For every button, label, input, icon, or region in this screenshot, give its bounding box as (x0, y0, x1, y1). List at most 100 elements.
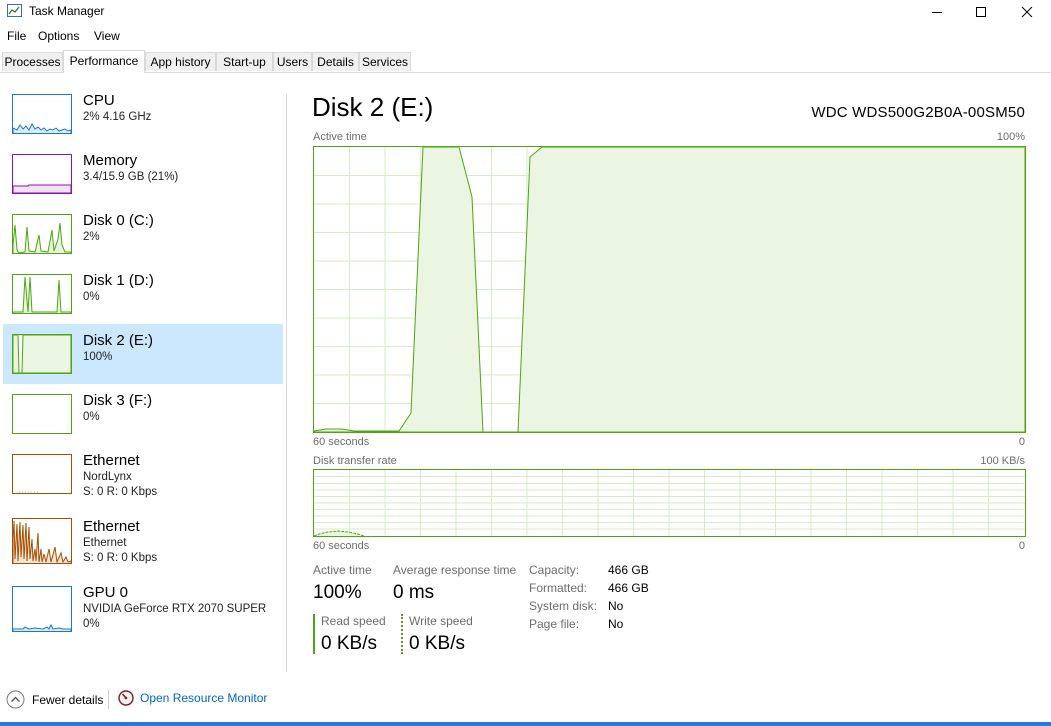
sidebar-label: Ethernet (83, 452, 140, 469)
sidebar-sub: NordLynx (83, 471, 132, 483)
ethernet1-thumbnail (12, 454, 72, 494)
sidebar-item-memory[interactable]: Memory 3.4/15.9 GB (21%) (3, 144, 283, 204)
active-time-graph-max: 100% (996, 131, 1025, 143)
open-resource-monitor-link[interactable]: Open Resource Monitor (118, 690, 267, 706)
ethernet2-thumbnail (12, 518, 72, 564)
tab-app-history[interactable]: App history (145, 52, 216, 71)
transfer-rate-graph (313, 469, 1026, 537)
sidebar-sub: 2% (83, 231, 100, 243)
active-time-value: 100% (313, 582, 362, 603)
tab-processes[interactable]: Processes (2, 52, 63, 71)
minimize-button[interactable] (914, 0, 960, 24)
fewer-details-button[interactable]: Fewer details (6, 690, 103, 709)
active-time-graph-min: 0 (1018, 436, 1025, 448)
page-file-value: No (608, 617, 624, 631)
sidebar-label: Disk 3 (F:) (83, 392, 153, 409)
sidebar-label: GPU 0 (83, 584, 129, 601)
active-time-graph-time: 60 seconds (313, 436, 370, 448)
tab-startup[interactable]: Start-up (216, 52, 273, 71)
capacity-label: Capacity: (529, 563, 580, 577)
disk-model: WDC WDS500G2B0A-00SM50 (811, 104, 1025, 121)
disk2-thumbnail (12, 334, 72, 374)
fewer-details-label: Fewer details (32, 692, 104, 707)
menu-options[interactable]: Options (38, 29, 79, 43)
disk0-thumbnail (12, 214, 72, 254)
sidebar-label: Ethernet (83, 518, 140, 535)
transfer-rate-graph-min: 0 (1018, 540, 1025, 552)
sidebar-item-ethernet[interactable]: Ethernet Ethernet S: 0 R: 0 Kbps (3, 510, 283, 570)
write-speed-value: 0 KB/s (409, 633, 465, 654)
sidebar-label: Memory (83, 152, 138, 169)
transfer-rate-graph-max: 100 KB/s (980, 455, 1025, 467)
sidebar-item-disk-3[interactable]: Disk 3 (F:) 0% (3, 384, 283, 444)
maximize-button[interactable] (958, 0, 1004, 24)
sidebar-sub2: 0% (83, 618, 100, 630)
taskbar-edge (0, 722, 1051, 726)
memory-thumbnail (12, 154, 72, 194)
disk3-thumbnail (12, 394, 72, 434)
active-time-label: Active time (313, 563, 372, 577)
close-button[interactable] (1004, 0, 1050, 24)
sidebar-sub: 3.4/15.9 GB (21%) (83, 171, 179, 183)
sidebar-label: Disk 1 (D:) (83, 272, 154, 289)
footer-divider (108, 690, 109, 709)
menu-file[interactable]: File (7, 29, 26, 43)
menu-view[interactable]: View (94, 29, 120, 43)
resource-monitor-icon (118, 690, 134, 706)
tab-details[interactable]: Details (312, 52, 359, 71)
tab-strip: Processes Performance App history Start-… (0, 50, 1051, 73)
sidebar-label: CPU (83, 92, 115, 109)
formatted-label: Formatted: (529, 581, 588, 595)
window-title: Task Manager (29, 4, 105, 18)
transfer-rate-plot (313, 470, 1025, 537)
sidebar-sub: Ethernet (83, 537, 127, 549)
gpu-thumbnail (12, 586, 72, 632)
sidebar-sub2: S: 0 R: 0 Kbps (83, 552, 158, 564)
system-disk-value: No (608, 599, 624, 613)
sidebar-sub: 2% 4.16 GHz (83, 111, 152, 123)
write-speed-bar (401, 614, 403, 654)
formatted-value: 466 GB (608, 581, 649, 595)
transfer-rate-graph-time: 60 seconds (313, 540, 370, 552)
sidebar-sub2: S: 0 R: 0 Kbps (83, 486, 158, 498)
open-resource-monitor-label: Open Resource Monitor (140, 691, 268, 705)
sidebar-sub: 100% (83, 351, 113, 363)
active-time-plot (313, 146, 1026, 433)
sidebar-item-disk-2[interactable]: Disk 2 (E:) 100% (3, 324, 283, 384)
maximize-icon (976, 7, 986, 17)
write-speed-label: Write speed (409, 614, 473, 628)
capacity-value: 466 GB (608, 563, 649, 577)
tab-users[interactable]: Users (273, 52, 312, 71)
sidebar-label: Disk 0 (C:) (83, 212, 154, 229)
title-bar: Task Manager (0, 0, 1051, 24)
system-disk-label: System disk: (529, 599, 598, 613)
page-title: Disk 2 (E:) (312, 92, 434, 122)
cpu-thumbnail (12, 94, 72, 134)
task-manager-icon (7, 4, 22, 17)
sidebar-sub: 0% (83, 291, 100, 303)
sidebar-label: Disk 2 (E:) (83, 332, 154, 349)
avg-response-label: Average response time (393, 563, 517, 577)
tab-services[interactable]: Services (359, 52, 411, 71)
sidebar-item-disk-1[interactable]: Disk 1 (D:) 0% (3, 264, 283, 324)
sidebar-item-cpu[interactable]: CPU 2% 4.16 GHz (3, 84, 283, 144)
sidebar-item-gpu-0[interactable]: GPU 0 NVIDIA GeForce RTX 2070 SUPER 0% (3, 576, 283, 636)
close-icon (1021, 6, 1033, 18)
page-file-label: Page file: (529, 617, 580, 631)
minimize-icon (932, 12, 942, 13)
active-time-graph (313, 146, 1026, 433)
sidebar-sub: NVIDIA GeForce RTX 2070 SUPER (83, 603, 267, 615)
sidebar-item-disk-0[interactable]: Disk 0 (C:) 2% (3, 204, 283, 264)
footer: Fewer details Open Resource Monitor (0, 686, 1051, 714)
transfer-rate-graph-label: Disk transfer rate (313, 455, 397, 467)
tab-performance[interactable]: Performance (63, 50, 145, 73)
chevron-up-circle-icon (6, 690, 25, 709)
avg-response-value: 0 ms (393, 582, 435, 603)
disk1-thumbnail (12, 274, 72, 314)
sidebar-sub: 0% (83, 411, 100, 423)
sidebar-divider (286, 94, 287, 672)
sidebar-item-ethernet-nordlynx[interactable]: Ethernet NordLynx S: 0 R: 0 Kbps (3, 444, 283, 504)
read-speed-bar (313, 614, 315, 654)
read-speed-label: Read speed (321, 614, 386, 628)
read-speed-value: 0 KB/s (321, 633, 377, 654)
